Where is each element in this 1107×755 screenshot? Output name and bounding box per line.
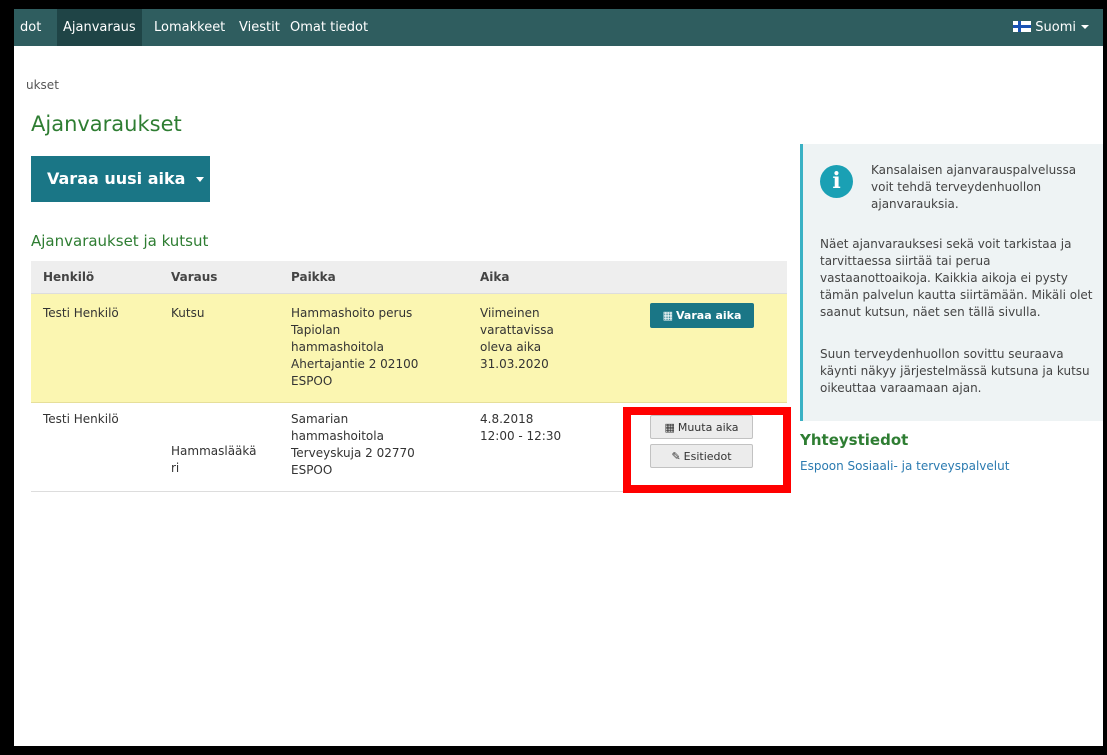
nav-item-ajanvaraus[interactable]: Ajanvaraus xyxy=(57,9,142,46)
time-line: 4.8.2018 xyxy=(480,412,534,426)
time-line: varattavissa xyxy=(480,323,554,337)
new-appointment-button[interactable]: Varaa uusi aika xyxy=(31,156,210,202)
calendar-plus-icon: ▦ xyxy=(662,309,674,322)
place-line: ESPOO xyxy=(291,374,333,388)
time-line: 12:00 - 12:30 xyxy=(480,429,562,443)
type-line: Hammaslääkä xyxy=(171,444,257,458)
nav-item-lomakkeet[interactable]: Lomakkeet xyxy=(148,9,231,46)
language-label: Suomi xyxy=(1035,20,1076,35)
breadcrumb[interactable]: ukset xyxy=(26,78,59,92)
language-selector[interactable]: Suomi xyxy=(1013,9,1089,46)
place-line: Tapiolan xyxy=(291,323,341,337)
book-appointment-button[interactable]: ▦ Varaa aika xyxy=(650,303,754,328)
row-place: Hammashoito perus Tapiolan hammashoitola… xyxy=(291,305,418,390)
row-time: Viimeinen varattavissa oleva aika 31.03.… xyxy=(480,305,554,373)
time-line: 31.03.2020 xyxy=(480,357,549,371)
column-header-varaus: Varaus xyxy=(171,270,218,284)
row-type: Hammaslääkä ri xyxy=(171,443,257,477)
book-appointment-label: Varaa aika xyxy=(676,309,742,322)
caret-down-icon xyxy=(1081,25,1089,29)
row-person: Testi Henkilö xyxy=(43,412,119,426)
table-header: Henkilö Varaus Paikka Aika xyxy=(31,261,787,294)
nav-item-viestit[interactable]: Viestit xyxy=(233,9,286,46)
section-title: Ajanvaraukset ja kutsut xyxy=(31,232,209,250)
time-line: oleva aika xyxy=(480,340,542,354)
row-person: Testi Henkilö xyxy=(43,306,119,320)
place-line: hammashoitola xyxy=(291,429,384,443)
place-line: Hammashoito perus xyxy=(291,306,413,320)
row-place: Samarian hammashoitola Terveyskuja 2 027… xyxy=(291,411,415,479)
place-line: hammashoitola xyxy=(291,340,384,354)
finland-flag-icon xyxy=(1013,21,1032,32)
column-header-paikka: Paikka xyxy=(291,270,336,284)
nav-item-partial[interactable]: dot xyxy=(14,9,47,46)
place-line: ESPOO xyxy=(291,463,333,477)
place-line: Terveyskuja 2 02770 xyxy=(291,446,415,460)
info-paragraph: Näet ajanvarauksesi sekä voit tarkistaa … xyxy=(820,237,1093,319)
type-line: ri xyxy=(171,461,180,475)
annotation-highlight-box xyxy=(623,407,791,493)
top-navigation: dot Ajanvaraus Lomakkeet Viestit Omat ti… xyxy=(14,9,1103,46)
contact-link[interactable]: Espoon Sosiaali- ja terveyspalvelut xyxy=(800,459,1009,473)
time-line: Viimeinen xyxy=(480,306,540,320)
page-title: Ajanvaraukset xyxy=(31,112,182,136)
new-appointment-label: Varaa uusi aika xyxy=(47,169,186,188)
column-header-henkilo: Henkilö xyxy=(43,270,95,284)
info-paragraph: Suun terveydenhuollon sovittu seuraava k… xyxy=(820,347,1090,395)
info-lead-text: Kansalaisen ajanvarauspalvelussa voit te… xyxy=(871,163,1077,211)
row-time: 4.8.2018 12:00 - 12:30 xyxy=(480,411,561,445)
row-type: Kutsu xyxy=(171,306,205,320)
info-panel: i Kansalaisen ajanvarauspalvelussa voit … xyxy=(800,144,1103,421)
caret-down-icon xyxy=(196,177,205,182)
info-icon: i xyxy=(820,165,853,198)
column-header-aika: Aika xyxy=(480,270,510,284)
place-line: Samarian xyxy=(291,412,349,426)
place-line: Ahertajantie 2 02100 xyxy=(291,357,419,371)
contact-title: Yhteystiedot xyxy=(800,431,909,449)
browser-viewport: dot Ajanvaraus Lomakkeet Viestit Omat ti… xyxy=(14,9,1103,746)
table-row: Testi Henkilö Kutsu Hammashoito perus Ta… xyxy=(31,294,787,403)
nav-item-omat-tiedot[interactable]: Omat tiedot xyxy=(284,9,374,46)
